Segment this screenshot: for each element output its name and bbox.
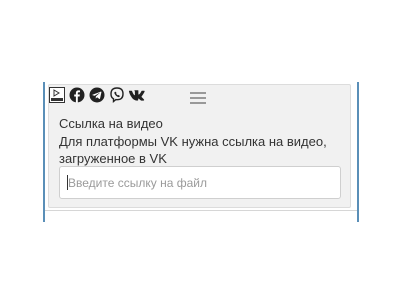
facebook-icon[interactable] [68, 87, 85, 104]
vk-icon[interactable] [128, 87, 145, 104]
drag-handle-icon[interactable] [190, 92, 206, 106]
text-cursor [67, 175, 68, 190]
frame-divider [45, 210, 357, 211]
video-url-input[interactable] [59, 166, 341, 199]
editor-canvas: Ссылка на видео Для платформы VK нужна с… [0, 0, 400, 300]
frame-left-border [43, 82, 45, 222]
viber-icon[interactable] [108, 87, 125, 104]
video-file-icon[interactable] [48, 87, 65, 104]
telegram-icon[interactable] [88, 87, 105, 104]
block-title: Ссылка на видео [59, 116, 163, 131]
platform-toolbar [48, 86, 145, 104]
block-description: Для платформы VK нужна ссылка на видео, … [59, 134, 327, 166]
frame-right-border [357, 82, 359, 222]
